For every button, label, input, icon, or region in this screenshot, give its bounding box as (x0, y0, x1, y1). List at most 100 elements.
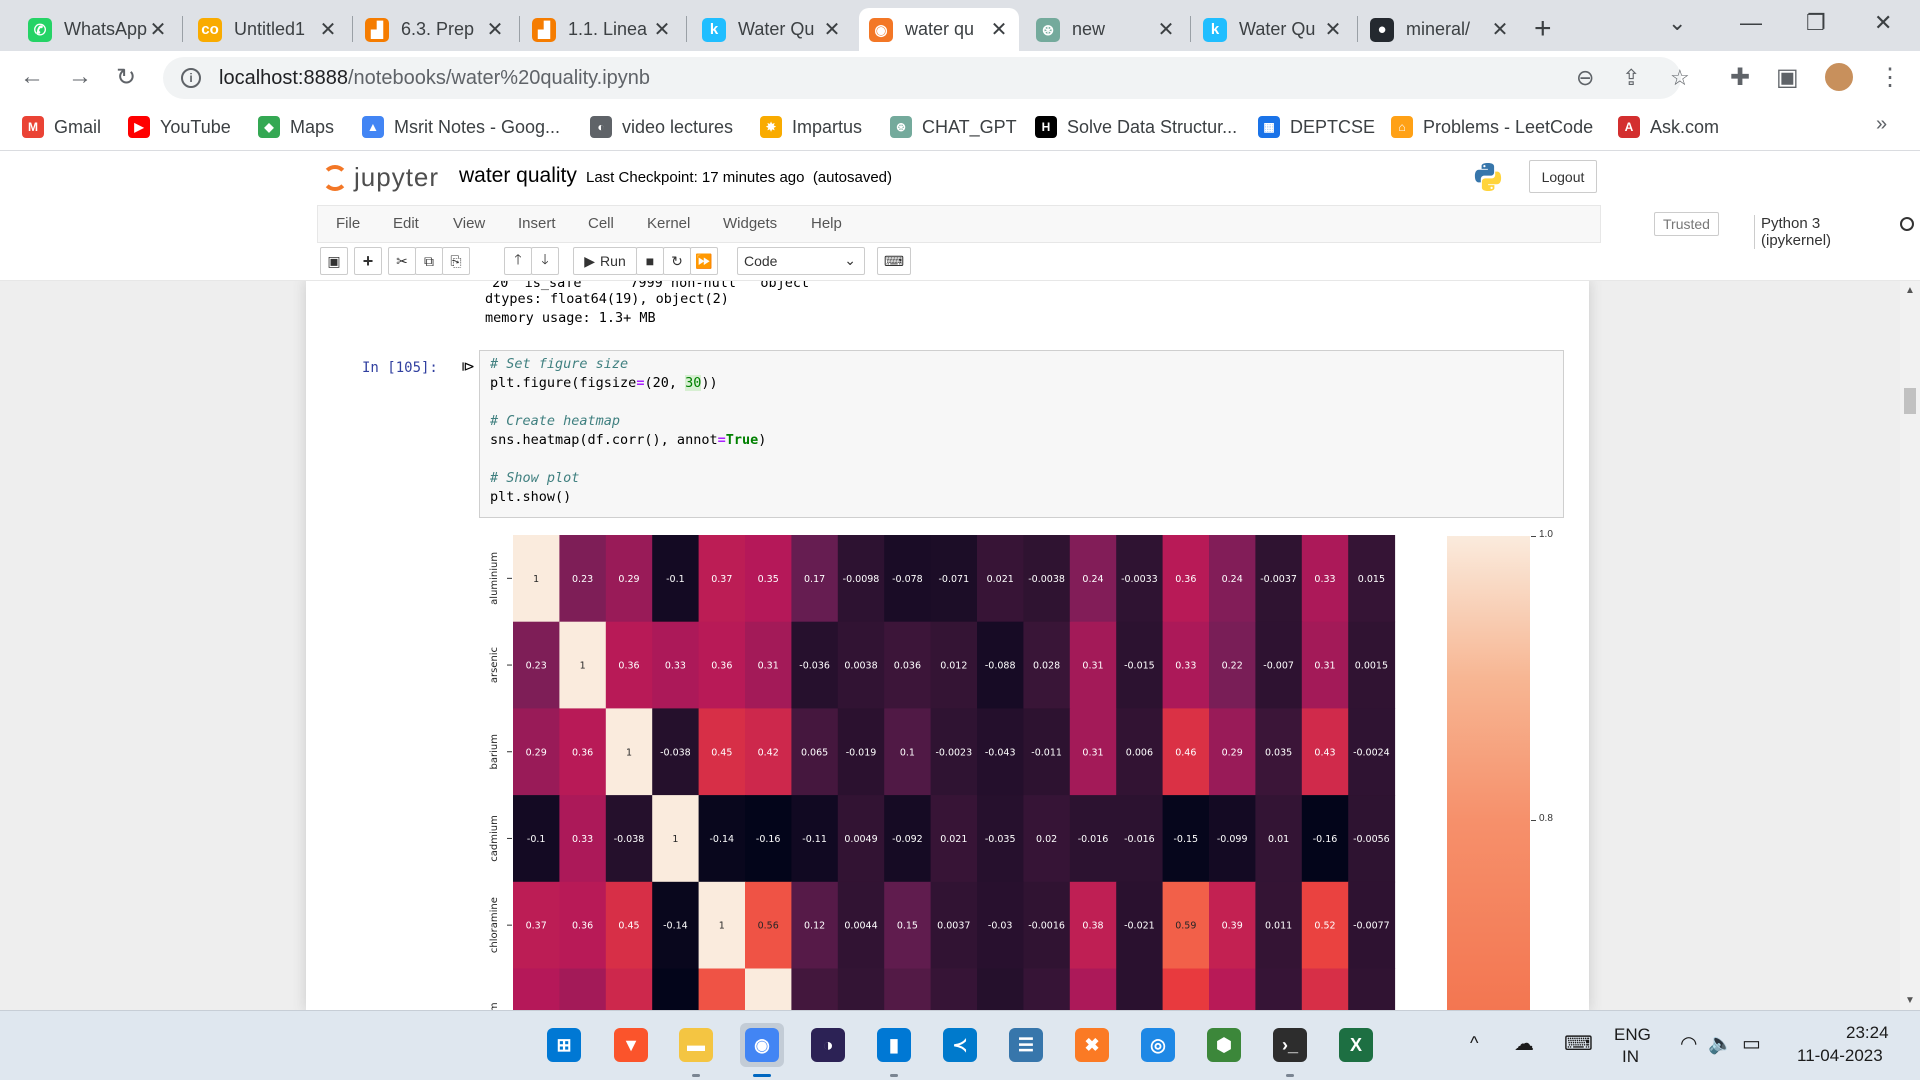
vscode-icon[interactable]: ≺ (938, 1023, 982, 1067)
forward-icon[interactable]: → (68, 63, 92, 91)
back-icon[interactable]: ← (20, 63, 44, 91)
paste-icon[interactable]: ⎘ (442, 247, 470, 275)
browser-tab[interactable]: ✆ WhatsApp ✕ (18, 8, 178, 51)
menu-file[interactable]: File (336, 215, 360, 232)
share-icon[interactable]: ⇪ (1622, 65, 1640, 91)
extensions-icon[interactable]: ✚ (1730, 63, 1750, 92)
close-tab-icon[interactable]: ✕ (822, 17, 842, 42)
bookmark-item[interactable]: ⌂ Problems - LeetCode (1391, 115, 1593, 139)
brave-icon[interactable]: ▼ (609, 1023, 653, 1067)
move-down-icon[interactable]: 🡓 (531, 247, 559, 275)
bookmark-item[interactable]: A Ask.com (1618, 115, 1719, 139)
close-tab-icon[interactable]: ✕ (652, 17, 672, 42)
close-tab-icon[interactable]: ✕ (1490, 17, 1510, 42)
new-tab-button[interactable]: + (1534, 12, 1552, 46)
close-tab-icon[interactable]: ✕ (148, 17, 168, 42)
volume-icon[interactable]: 🔈 (1708, 1031, 1733, 1056)
bookmark-item[interactable]: ✸ Impartus (760, 115, 862, 139)
side-panel-icon[interactable]: ▣ (1776, 63, 1799, 92)
show-hidden-icons-icon[interactable]: ^ (1470, 1033, 1478, 1054)
menu-view[interactable]: View (453, 215, 485, 232)
cut-icon[interactable]: ✂ (388, 247, 416, 275)
browser-tab[interactable]: ● mineral/ ✕ (1360, 8, 1520, 51)
onedrive-icon[interactable]: ☁ (1514, 1031, 1534, 1056)
page-scrollbar[interactable]: ▲ ▼ (1900, 281, 1920, 1010)
site-info-icon[interactable]: i (181, 68, 201, 88)
kernel-name[interactable]: Python 3 (ipykernel) (1754, 215, 1831, 249)
desktop-app-icon[interactable]: ▮ (872, 1023, 916, 1067)
save-icon[interactable]: ▣ (320, 247, 348, 275)
close-tab-icon[interactable]: ✕ (318, 17, 338, 42)
trusted-badge[interactable]: Trusted (1654, 212, 1719, 236)
python-idle-icon[interactable]: ☰ (1004, 1023, 1048, 1067)
xampp-icon[interactable]: ✖ (1070, 1023, 1114, 1067)
battery-icon[interactable]: ▭ (1742, 1031, 1761, 1056)
browser-tab[interactable]: ⊛ new ✕ (1026, 8, 1186, 51)
restart-run-all-icon[interactable]: ⏩ (690, 247, 718, 275)
close-tab-icon[interactable]: ✕ (989, 17, 1009, 42)
menu-kernel[interactable]: Kernel (647, 215, 690, 232)
menu-edit[interactable]: Edit (393, 215, 419, 232)
language-code[interactable]: ENG (1614, 1025, 1651, 1045)
clock-time[interactable]: 23:24 (1846, 1023, 1889, 1043)
menu-widgets[interactable]: Widgets (723, 215, 777, 232)
bookmark-item[interactable]: ▲ Msrit Notes - Goog... (362, 115, 560, 139)
interrupt-icon[interactable]: ■ (636, 247, 664, 275)
bookmark-item[interactable]: ◆ Maps (258, 115, 334, 139)
browser-tab[interactable]: ▟ 1.1. Linea ✕ (522, 8, 682, 51)
copy-icon[interactable]: ⧉ (415, 247, 443, 275)
jupyter-logo[interactable]: jupyter (322, 162, 439, 193)
bookmark-item[interactable]: ▦ DEPTCSE (1258, 115, 1375, 139)
circle-app-icon[interactable]: ◎ (1136, 1023, 1180, 1067)
url-field[interactable]: i localhost:8888/notebooks/water%20quali… (163, 57, 1681, 99)
region-code[interactable]: IN (1622, 1047, 1639, 1067)
restart-icon[interactable]: ↻ (663, 247, 691, 275)
browser-tab[interactable]: ◉ water qu ✕ (859, 8, 1019, 51)
eclipse-icon[interactable]: ◑ (806, 1023, 850, 1067)
bookmark-item[interactable]: H Solve Data Structur... (1035, 115, 1237, 139)
bookmark-item[interactable]: ◐ video lectures (590, 115, 733, 139)
keyboard-icon[interactable]: ⌨ (877, 247, 911, 275)
menu-kebab-icon[interactable]: ⋮ (1878, 63, 1902, 92)
file-explorer-icon[interactable]: ▬ (674, 1023, 718, 1067)
bookmark-star-icon[interactable]: ☆ (1670, 65, 1690, 91)
terminal-icon[interactable]: ›_ (1268, 1023, 1312, 1067)
clock-date[interactable]: 11-04-2023 (1797, 1046, 1883, 1066)
browser-tab[interactable]: k Water Qu ✕ (1193, 8, 1353, 51)
move-up-icon[interactable]: 🡑 (504, 247, 532, 275)
menu-help[interactable]: Help (811, 215, 842, 232)
menu-insert[interactable]: Insert (518, 215, 556, 232)
excel-icon[interactable]: X (1334, 1023, 1378, 1067)
touch-keyboard-icon[interactable]: ⌨ (1564, 1031, 1593, 1056)
menu-cell[interactable]: Cell (588, 215, 614, 232)
close-tab-icon[interactable]: ✕ (1323, 17, 1343, 42)
browser-tab[interactable]: ▟ 6.3. Prep ✕ (355, 8, 515, 51)
insert-cell-icon[interactable]: + (354, 247, 382, 275)
profile-avatar[interactable] (1823, 61, 1855, 93)
notebook-name[interactable]: water quality (459, 164, 577, 188)
logout-button[interactable]: Logout (1529, 160, 1597, 193)
windows-start-icon[interactable]: ⊞ (542, 1023, 586, 1067)
reload-icon[interactable]: ↻ (116, 63, 136, 92)
chrome-icon[interactable]: ◉ (740, 1023, 784, 1067)
bookmark-item[interactable]: ▶ YouTube (128, 115, 231, 139)
browser-tab[interactable]: co Untitled1 ✕ (188, 8, 348, 51)
zoom-icon[interactable]: ⊖ (1576, 65, 1594, 91)
close-tab-icon[interactable]: ✕ (1156, 17, 1176, 42)
cell-type-select[interactable]: Code ⌄ (737, 247, 865, 275)
more-bookmarks-icon[interactable]: » (1876, 113, 1887, 136)
bookmark-item[interactable]: ⊛ CHAT_GPT (890, 115, 1017, 139)
run-button[interactable]: ▶ Run (573, 247, 637, 275)
scrollbar-thumb[interactable] (1904, 388, 1916, 414)
scroll-down-icon[interactable]: ▼ (1905, 995, 1915, 1006)
minimize-button[interactable]: — (1740, 10, 1762, 36)
wifi-icon[interactable]: ◠ (1680, 1031, 1697, 1056)
restore-button[interactable]: ❐ (1806, 10, 1826, 36)
close-tab-icon[interactable]: ✕ (485, 17, 505, 42)
bookmark-item[interactable]: M Gmail (22, 115, 101, 139)
browser-tab[interactable]: k Water Qu ✕ (692, 8, 852, 51)
close-window-button[interactable]: ✕ (1874, 10, 1892, 36)
code-cell-editor[interactable]: # Set figure size plt.figure(figsize=(20… (479, 350, 1564, 518)
scroll-up-icon[interactable]: ▲ (1905, 285, 1915, 296)
tab-search-icon[interactable]: ⌄ (1668, 10, 1686, 36)
